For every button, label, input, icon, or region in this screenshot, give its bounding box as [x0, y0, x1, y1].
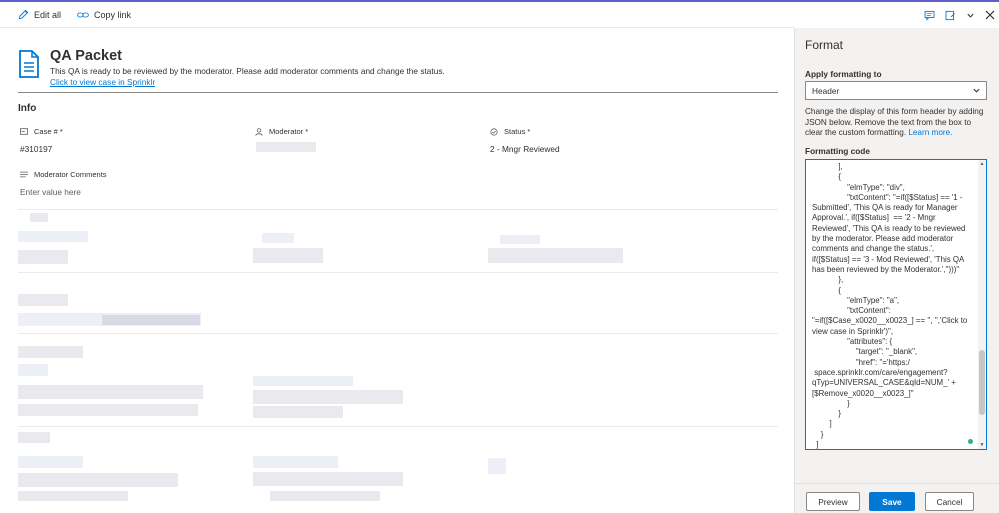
redacted-block [18, 456, 83, 468]
moderator-label: Moderator * [255, 127, 308, 136]
code-scrollbar[interactable]: ▲ ▼ [978, 160, 986, 449]
scroll-up-icon[interactable]: ▲ [979, 161, 985, 167]
redacted-block [488, 458, 506, 474]
copy-link-button[interactable]: Copy link [77, 10, 131, 20]
multiline-text-icon [20, 171, 28, 178]
section-title: Info [18, 103, 37, 114]
chevron-down-icon [973, 88, 980, 93]
form-main: QA Packet This QA is ready to be reviewe… [0, 28, 794, 513]
panel-description: Change the display of this form header b… [805, 107, 984, 137]
form-title: QA Packet [50, 48, 122, 64]
document-icon [19, 50, 39, 78]
status-check-icon [490, 127, 498, 136]
moderator-value-redacted[interactable] [256, 142, 316, 152]
redacted-block [18, 231, 88, 242]
redacted-block [253, 390, 403, 404]
moderator-comments-label: Moderator Comments [20, 170, 107, 179]
save-button[interactable]: Save [869, 492, 915, 511]
redacted-block [253, 376, 353, 386]
case-number-label: Case # * [20, 127, 63, 136]
chevron-down-icon[interactable] [966, 11, 975, 20]
field-text-icon [20, 128, 28, 135]
redacted-block [18, 346, 83, 358]
row-divider [18, 426, 778, 427]
formatting-code-label: Formatting code [805, 146, 870, 156]
redacted-block [18, 432, 50, 443]
status-value[interactable]: 2 - Mngr Reviewed [490, 144, 560, 154]
learn-more-link[interactable]: Learn more. [908, 128, 952, 137]
redacted-block [102, 315, 200, 325]
form-subtitle: This QA is ready to be reviewed by the m… [50, 66, 445, 76]
view-case-link[interactable]: Click to view case in Sprinklr [50, 77, 155, 87]
redacted-block [18, 385, 203, 399]
formatting-code-editor[interactable]: ], { "elmType": "div", "txtContent": "=i… [805, 159, 987, 450]
edit-all-label: Edit all [34, 9, 62, 20]
moderator-comments-input[interactable]: Enter value here [20, 187, 81, 197]
copy-link-label: Copy link [94, 9, 132, 20]
redacted-block [18, 404, 198, 416]
code-text: ], { "elmType": "div", "txtContent": "=i… [812, 162, 968, 450]
redacted-block [253, 406, 343, 418]
redacted-block [253, 456, 338, 468]
row-divider [18, 209, 778, 210]
dropdown-value: Header [812, 85, 840, 96]
link-icon [77, 12, 89, 17]
scroll-down-icon[interactable]: ▼ [979, 442, 985, 448]
panel-footer: Preview Save Cancel [795, 483, 999, 513]
apply-formatting-dropdown[interactable]: Header [805, 81, 987, 100]
row-divider [18, 333, 778, 334]
preview-button[interactable]: Preview [806, 492, 860, 511]
person-icon [255, 127, 263, 136]
cancel-button[interactable]: Cancel [925, 492, 974, 511]
redacted-block [18, 491, 128, 501]
window-controls [794, 2, 999, 28]
redacted-block [18, 364, 48, 376]
pencil-icon [18, 9, 29, 20]
redacted-block [18, 294, 68, 306]
status-label: Status * [490, 127, 530, 136]
redacted-block [262, 233, 294, 243]
form-header: QA Packet This QA is ready to be reviewe… [18, 48, 778, 92]
redacted-block [270, 491, 380, 501]
redacted-block [488, 248, 623, 263]
panel-title: Format [805, 38, 844, 52]
format-panel: Format Apply formatting to Header Change… [794, 28, 999, 513]
comment-icon[interactable] [924, 10, 935, 21]
redacted-block [500, 235, 540, 244]
status-dot-icon [968, 439, 973, 444]
command-bar: Edit all Copy link [0, 2, 794, 28]
redacted-block [253, 472, 403, 486]
form-icon[interactable] [945, 10, 956, 21]
redacted-block [253, 248, 323, 263]
redacted-block [30, 213, 48, 222]
apply-formatting-label: Apply formatting to [805, 69, 882, 79]
edit-all-button[interactable]: Edit all [18, 9, 61, 20]
row-divider [18, 272, 778, 273]
header-divider [18, 92, 778, 93]
redacted-block [18, 473, 178, 487]
case-number-value[interactable]: #310197 [20, 144, 52, 154]
close-icon[interactable] [985, 10, 995, 20]
scroll-thumb[interactable] [979, 350, 985, 415]
redacted-block [18, 250, 68, 264]
